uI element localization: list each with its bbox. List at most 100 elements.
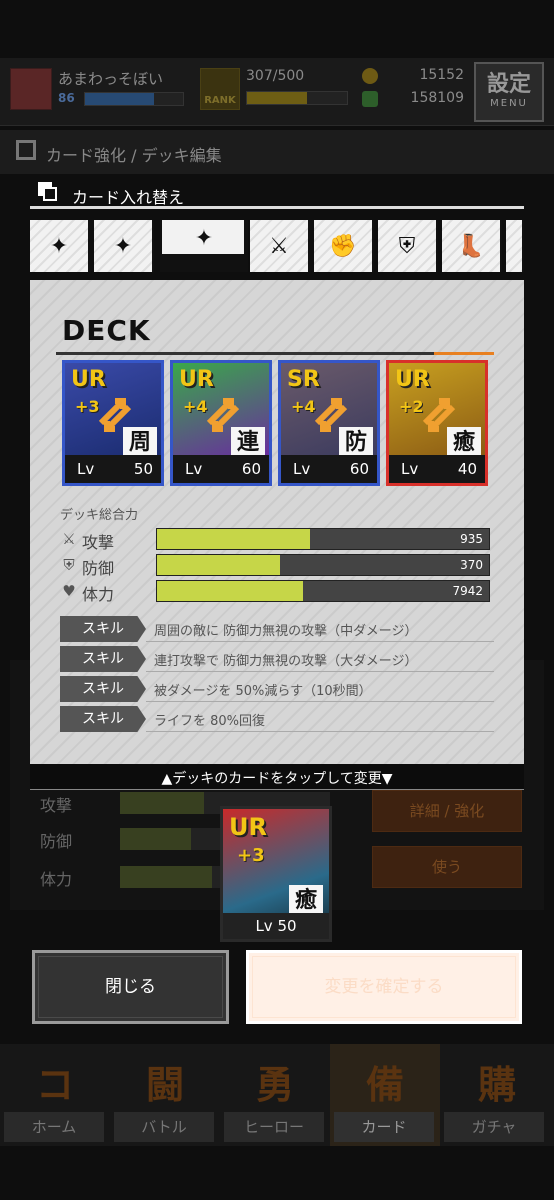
stat-value: 7942 — [452, 584, 483, 598]
tab-shield[interactable]: ⛨ — [378, 220, 438, 272]
shield-icon: ⛨ — [63, 556, 75, 574]
tab-fist[interactable]: ✊ — [314, 220, 374, 272]
nav-gacha[interactable]: 購 ガチャ — [440, 1044, 554, 1146]
tab-sparkle-1[interactable]: ✦ — [30, 220, 90, 272]
skill-tag: スキル — [60, 616, 146, 642]
deck-card-1[interactable]: UR +3 周 Lv 50 — [62, 360, 164, 486]
card-filter-tabs: ✦ ✦ ✦ ⚔ ✊ ⛨ 👢 — [30, 220, 524, 272]
skill-row: スキル 連打攻撃で 防御力無視の攻撃（大ダメージ） — [60, 646, 494, 672]
nav-label: カード — [334, 1112, 434, 1142]
skill-tag: スキル — [60, 706, 146, 732]
sparkle-icon: ✦ — [49, 234, 69, 259]
confirm-change-button[interactable]: 変更を確定する — [246, 950, 522, 1024]
card-plus: +4 — [291, 397, 316, 416]
stat-bar: 370 — [156, 554, 490, 576]
card-lv-label: Lv — [77, 460, 95, 478]
deck-card-3[interactable]: SR +4 防 Lv 60 — [278, 360, 380, 486]
skill-text: ライフを 80%回復 — [154, 714, 266, 729]
tab-sparkle-2[interactable]: ✦ — [94, 220, 154, 272]
bg-defense-label: 防御 — [40, 832, 73, 851]
card-plus: +3 — [237, 845, 265, 866]
card-lv-label: Lv — [401, 460, 419, 478]
sparkle-icon: ✦ — [113, 234, 133, 259]
gacha-icon: 購 — [477, 1063, 516, 1107]
page-title: カード強化 / デッキ編集 — [46, 146, 222, 165]
stamina-value: 307/500 — [246, 68, 305, 84]
stat-bar: 7942 — [156, 580, 490, 602]
card-rarity: UR — [229, 813, 267, 841]
nav-label: ヒーロー — [224, 1112, 324, 1142]
skill-text: 周囲の敵に 防御力無視の攻撃（中ダメージ） — [154, 624, 418, 639]
cards-icon — [16, 140, 36, 160]
stat-defense: ⛨ 防御 370 — [60, 554, 494, 578]
page-header: カード強化 / デッキ編集 — [0, 130, 554, 174]
status-bar: あまわっそぼい 86 RANK 307/500 15152 158109 設定 … — [0, 58, 554, 126]
gem-icon — [362, 91, 378, 107]
close-button[interactable]: 閉じる — [32, 950, 229, 1024]
nav-label: ガチャ — [444, 1112, 544, 1142]
skill-text: 被ダメージを 50%減らす（10秒間） — [154, 684, 372, 699]
nav-label: バトル — [114, 1112, 214, 1142]
card-level: 50 — [133, 460, 153, 478]
nav-label: ホーム — [4, 1112, 104, 1142]
tab-more[interactable] — [506, 220, 524, 272]
settings-menu-button[interactable]: 設定 MENU — [474, 62, 544, 122]
hint-text: ▲デッキのカードをタップして変更▼ — [161, 771, 393, 787]
tab-sparkle-3-active[interactable]: ✦ — [160, 220, 248, 272]
player-level: 86 — [58, 91, 75, 105]
bottom-nav: コ ホーム 闘 バトル 勇 ヒーロー 備 カード 購 ガチャ — [0, 1044, 554, 1146]
card-level: 60 — [241, 460, 261, 478]
card-rarity: SR — [287, 367, 320, 392]
gem-count: 158109 — [410, 90, 464, 106]
stamina-bar — [246, 91, 348, 105]
nav-battle[interactable]: 闘 バトル — [110, 1044, 220, 1146]
player-name: あまわっそぼい — [58, 70, 164, 88]
skill-row: スキル 周囲の敵に 防御力無視の攻撃（中ダメージ） — [60, 616, 494, 642]
nav-home[interactable]: コ ホーム — [0, 1044, 110, 1146]
card-level: 40 — [457, 460, 477, 478]
coin-icon — [362, 68, 378, 84]
battle-icon: 闘 — [145, 1063, 184, 1107]
skill-row: スキル 被ダメージを 50%減らす（10秒間） — [60, 676, 494, 702]
stat-label: 防御 — [82, 559, 115, 578]
bg-attack-label: 攻撃 — [40, 796, 73, 815]
hint-bar: ▲デッキのカードをタップして変更▼ — [30, 764, 524, 790]
avatar[interactable] — [10, 68, 52, 110]
sword-icon: ⚔ — [62, 530, 76, 548]
detail-enhance-button: 詳細 / 強化 — [372, 790, 522, 832]
stat-value: 935 — [460, 532, 483, 546]
coin-count: 15152 — [419, 67, 464, 83]
selected-card[interactable]: UR +3 癒 Lv 50 — [220, 806, 332, 942]
nav-hero[interactable]: 勇 ヒーロー — [220, 1044, 330, 1146]
deck-title: DECK — [62, 314, 151, 347]
deck-card-2[interactable]: UR +4 連 Lv 60 — [170, 360, 272, 486]
tab-boot[interactable]: 👢 — [442, 220, 502, 272]
card-plus: +2 — [399, 397, 424, 416]
card-icon: 備 — [365, 1063, 404, 1107]
skill-tag: スキル — [60, 646, 146, 672]
skill-tag: スキル — [60, 676, 146, 702]
exp-bar — [84, 92, 184, 106]
hero-icon: 勇 — [255, 1063, 294, 1107]
skill-row: スキル ライフを 80%回復 — [60, 706, 494, 732]
card-rarity: UR — [71, 367, 106, 392]
deck-total-power-label: デッキ総合力 — [60, 508, 139, 523]
skill-text: 連打攻撃で 防御力無視の攻撃（大ダメージ） — [154, 654, 418, 669]
card-plus: +3 — [75, 397, 100, 416]
nav-card[interactable]: 備 カード — [330, 1044, 440, 1146]
menu-label: MENU — [490, 98, 528, 109]
card-lv-label: Lv — [293, 460, 311, 478]
card-rarity: UR — [179, 367, 214, 392]
deck-card-4[interactable]: UR +2 癒 Lv 40 — [386, 360, 488, 486]
stat-attack: ⚔ 攻撃 935 — [60, 528, 494, 552]
fist-icon: ✊ — [329, 234, 357, 259]
sparkle-icon: ✦ — [194, 226, 214, 251]
deck-cards: UR +3 周 Lv 50 UR +4 連 Lv 60 SR +4 防 Lv 60 — [62, 360, 494, 488]
card-swap-icon — [38, 182, 58, 202]
home-icon: コ — [35, 1063, 74, 1107]
card-plus: +4 — [183, 397, 208, 416]
card-lv-label: Lv — [185, 460, 203, 478]
sword-icon: ⚔ — [269, 234, 289, 259]
stat-label: 攻撃 — [82, 533, 115, 552]
tab-sword[interactable]: ⚔ — [250, 220, 310, 272]
